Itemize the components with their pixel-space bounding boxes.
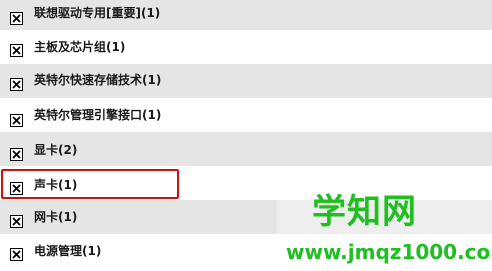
checkbox-x-icon[interactable] bbox=[10, 12, 23, 25]
checkbox-x-icon[interactable] bbox=[10, 248, 23, 261]
list-item-label: 英特尔管理引擎接口(1) bbox=[34, 108, 162, 122]
checkbox-x-icon[interactable] bbox=[10, 114, 23, 127]
list-item[interactable]: 联想驱动专用[重要](1) bbox=[0, 0, 492, 30]
list-item[interactable]: 主板及芯片组(1) bbox=[0, 30, 492, 64]
list-item-label: 英特尔快速存储技术(1) bbox=[34, 73, 162, 87]
watermark-url: www.jmqz1000.com bbox=[286, 240, 492, 264]
checkbox-x-icon[interactable] bbox=[10, 78, 23, 91]
checkbox-x-icon[interactable] bbox=[10, 148, 23, 161]
highlight-box bbox=[1, 169, 179, 199]
list-item-label: 联想驱动专用[重要](1) bbox=[34, 6, 161, 20]
list-item-label: 网卡(1) bbox=[34, 210, 78, 224]
list-item[interactable]: 英特尔快速存储技术(1) bbox=[0, 64, 492, 98]
list-item[interactable]: 显卡(2) bbox=[0, 132, 492, 166]
list-item-label: 显卡(2) bbox=[34, 143, 78, 157]
list-item-label: 主板及芯片组(1) bbox=[34, 40, 126, 54]
checkbox-x-icon[interactable] bbox=[10, 44, 23, 57]
checkbox-x-icon[interactable] bbox=[10, 215, 23, 228]
watermark-title: 学知网 bbox=[312, 192, 417, 232]
list-item[interactable]: 英特尔管理引擎接口(1) bbox=[0, 98, 492, 132]
list-item-label: 电源管理(1) bbox=[34, 244, 102, 258]
